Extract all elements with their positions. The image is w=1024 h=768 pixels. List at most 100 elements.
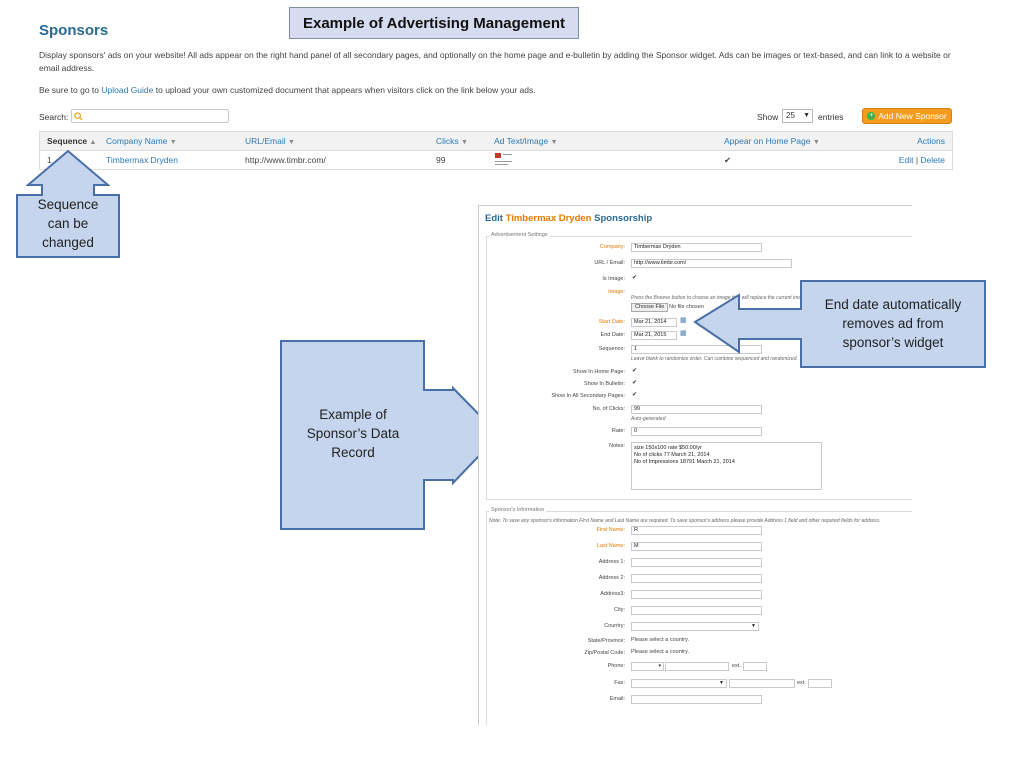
phone-input[interactable]	[665, 662, 729, 671]
actions-column-header: Actions	[917, 136, 945, 146]
is-image-checkbox[interactable]: ✔	[632, 274, 637, 281]
rate-input[interactable]: 0	[631, 427, 762, 436]
phone-ext-input[interactable]	[743, 662, 767, 671]
country-select[interactable]: ▼	[631, 622, 759, 631]
delete-link[interactable]: Delete	[920, 155, 945, 165]
edit-link[interactable]: Edit	[899, 155, 914, 165]
calendar-icon[interactable]: ▦	[680, 316, 687, 324]
address2-input[interactable]	[631, 574, 762, 583]
row-clicks: 99	[436, 155, 446, 165]
calendar-icon[interactable]: ▦	[680, 329, 687, 337]
first-name-input[interactable]: R	[631, 526, 762, 535]
url-input[interactable]: http://www.timbr.com/	[631, 259, 792, 268]
rate-label: Rate:	[611, 428, 625, 434]
home-page-label: Show In Home Page:	[573, 369, 625, 375]
row-actions: Edit | Delete	[899, 155, 945, 165]
upload-prefix: Be sure to go to	[39, 85, 100, 95]
page-description: Display sponsors' ads on your website! A…	[39, 50, 951, 73]
notes-textarea[interactable]: size 150x100 rate $50.00/yr No of clicks…	[631, 442, 822, 490]
company-column-header[interactable]: Company Name ▼	[106, 136, 177, 146]
chevron-down-icon: ▾	[658, 663, 661, 669]
sort-icon: ▼	[288, 139, 295, 146]
email-input[interactable]	[631, 695, 762, 704]
clicks-hint: Auto-generated	[631, 416, 666, 422]
slide-title: Example of Advertising Management	[289, 7, 579, 39]
fax-country-select[interactable]: ▼	[631, 679, 727, 688]
sponsor-info-legend: Sponsor's Information	[489, 507, 547, 513]
state-placeholder: Please select a country.	[631, 637, 689, 643]
row-url: http://www.timbr.com/	[245, 155, 326, 165]
phone-country-select[interactable]: ▾	[631, 662, 664, 671]
ad-column-header[interactable]: Ad Text/Image ▼	[494, 136, 558, 146]
url-label: URL / Email:	[594, 260, 625, 266]
add-sponsor-button[interactable]: + Add New Sponsor	[862, 108, 952, 124]
search-input[interactable]	[71, 109, 229, 123]
start-date-label: Start Date:	[598, 319, 625, 325]
magnifier-icon	[74, 112, 83, 121]
bulletin-label: Show In Bulletin:	[584, 381, 625, 387]
sort-icon: ▼	[812, 139, 820, 146]
choose-file-button[interactable]: Choose File	[631, 303, 669, 312]
email-label: Email:	[609, 696, 625, 702]
sponsors-table: Sequence ▲ Company Name ▼ URL/Email ▼ Cl…	[39, 131, 953, 170]
is-image-label: Is Image:	[602, 276, 625, 282]
plus-icon: +	[867, 112, 876, 120]
zip-placeholder: Please select a country.	[631, 649, 689, 655]
table-header: Sequence ▲ Company Name ▼ URL/Email ▼ Cl…	[40, 132, 952, 151]
url-column-header[interactable]: URL/Email ▼	[245, 136, 295, 146]
clicks-column-header[interactable]: Clicks ▼	[436, 136, 468, 146]
fax-ext-input[interactable]	[808, 679, 832, 688]
page-size-select[interactable]: 25 ▼	[782, 109, 813, 123]
chevron-down-icon: ▼	[719, 680, 724, 686]
company-label: Company:	[599, 244, 625, 250]
fax-input[interactable]	[729, 679, 795, 688]
address1-input[interactable]	[631, 558, 762, 567]
sequence-column-header[interactable]: Sequence ▲	[47, 136, 96, 146]
sort-asc-icon: ▲	[89, 139, 97, 146]
sort-icon: ▼	[550, 139, 558, 146]
home-column-header[interactable]: Appear on Home Page ▼	[724, 136, 820, 146]
address3-label: Address3:	[600, 591, 625, 597]
end-date-input[interactable]: Mar 21, 2015	[631, 331, 677, 340]
image-label: Image:	[608, 289, 625, 295]
first-name-label: First Name:	[596, 527, 625, 533]
secondary-pages-label: Show In All Secondary Pages:	[551, 393, 625, 399]
chevron-down-icon: ▼	[751, 623, 756, 629]
chevron-down-icon: ▼	[803, 112, 810, 119]
upload-guide-link[interactable]: Upload Guide	[101, 85, 153, 95]
upload-instruction: Be sure to go to Upload Guide to upload …	[39, 85, 536, 95]
clicks-label: No. of Clicks:	[592, 406, 625, 412]
sort-icon: ▼	[461, 139, 468, 146]
sort-icon: ▼	[169, 139, 177, 146]
address3-input[interactable]	[631, 590, 762, 599]
state-label: State/Province:	[587, 638, 625, 644]
fax-label: Fax:	[614, 680, 625, 686]
end-date-callout-text: End date automatically removes ad from s…	[824, 297, 962, 350]
sequence-callout-text: Sequence can be changed	[37, 197, 99, 250]
ad-thumbnail-image	[495, 153, 513, 166]
fax-ext-label: ext.	[797, 680, 806, 686]
phone-ext-label: ext.	[732, 663, 741, 669]
clicks-input[interactable]: 99	[631, 405, 762, 414]
entries-label: entries	[818, 112, 844, 122]
country-label: Country:	[604, 623, 625, 629]
start-date-input[interactable]: Mar 21, 2014	[631, 318, 677, 327]
add-sponsor-label: Add New Sponsor	[878, 111, 947, 121]
secondary-pages-checkbox[interactable]: ✔	[632, 391, 637, 398]
last-name-label: Last Name:	[596, 543, 625, 549]
ad-settings-legend: Advertisement Settings	[489, 232, 550, 238]
zip-label: Zip/Postal Code:	[584, 650, 625, 656]
show-label: Show	[757, 112, 779, 122]
notes-label: Notes:	[609, 443, 625, 449]
city-input[interactable]	[631, 606, 762, 615]
search-label: Search:	[39, 112, 69, 122]
bulletin-checkbox[interactable]: ✔	[632, 379, 637, 386]
upload-suffix: to upload your own customized document t…	[155, 85, 536, 95]
home-page-checkbox[interactable]: ✔	[632, 367, 637, 374]
company-input[interactable]: Timbermax Dryden	[631, 243, 762, 252]
form-title: Edit Timbermax Dryden Sponsorship	[485, 213, 653, 224]
city-label: City:	[614, 607, 625, 613]
last-name-input[interactable]: M	[631, 542, 762, 551]
phone-label: Phone:	[607, 663, 625, 669]
sequence-label: Sequence:	[598, 346, 625, 352]
